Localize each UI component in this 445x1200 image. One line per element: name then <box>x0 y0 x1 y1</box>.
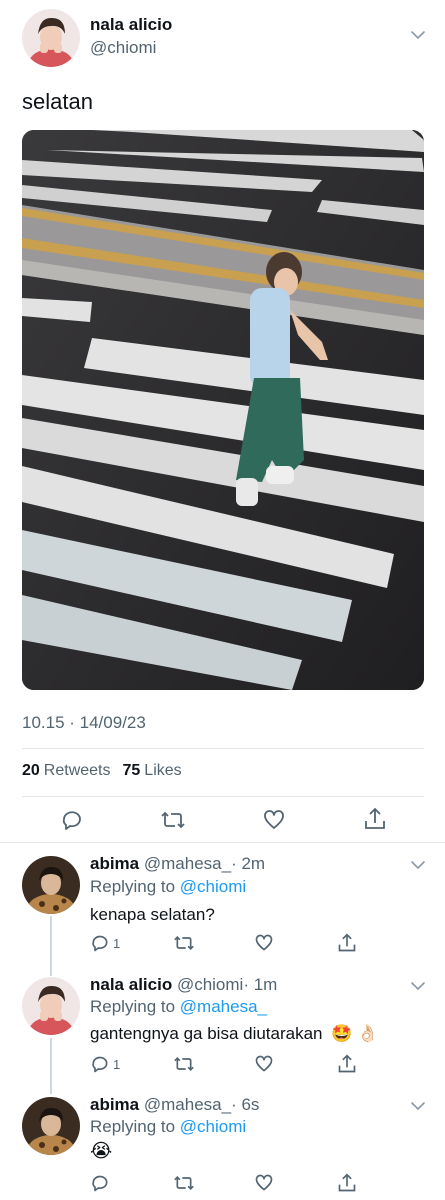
replying-to-label: Replying to <box>90 877 176 896</box>
divider <box>22 748 424 749</box>
share-icon[interactable] <box>337 932 357 954</box>
reply-emoji: 😭 <box>90 1141 113 1162</box>
replying-to: Replying to @chiomi <box>90 877 246 897</box>
reply-icon[interactable]: 1 <box>90 933 120 953</box>
reply-icon[interactable] <box>60 808 84 832</box>
reply-author-name[interactable]: abima <box>90 1095 139 1114</box>
share-icon[interactable] <box>337 1172 357 1194</box>
reply-author-handle[interactable]: @mahesa_ <box>144 854 231 873</box>
chevron-down-icon[interactable] <box>410 860 426 870</box>
replying-to: Replying to @chiomi <box>90 1117 246 1137</box>
reply-count: 1 <box>113 1056 121 1072</box>
tweet-timestamp[interactable]: 10.15 · 14/09/23 <box>22 713 146 733</box>
reply-author-handle[interactable]: @mahesa_ <box>144 1095 231 1114</box>
reply-header: abima @mahesa_· 6s <box>90 1095 259 1115</box>
share-icon[interactable] <box>337 1053 357 1075</box>
replying-to-handle[interactable]: @chiomi <box>180 877 246 896</box>
replying-to-label: Replying to <box>90 997 176 1016</box>
emoji: 🤩 👌🏻 <box>331 1024 379 1043</box>
thread-line <box>50 916 52 976</box>
reply-time[interactable]: · 1m <box>243 975 277 994</box>
replying-to-handle[interactable]: @chiomi <box>180 1117 246 1136</box>
like-icon[interactable] <box>254 1173 274 1193</box>
retweets-label[interactable]: Retweets <box>44 762 111 780</box>
chevron-down-icon[interactable] <box>410 1101 426 1111</box>
reply-author-name[interactable]: abima <box>90 854 139 873</box>
reply-count: 1 <box>113 935 121 951</box>
like-icon[interactable] <box>254 1054 274 1074</box>
chevron-down-icon[interactable] <box>410 981 426 991</box>
author-avatar[interactable] <box>22 9 80 67</box>
share-icon[interactable] <box>363 806 387 832</box>
tweet-stats: 20 Retweets 75 Likes <box>22 762 182 780</box>
likes-label[interactable]: Likes <box>144 762 181 780</box>
reply-avatar[interactable] <box>22 1097 80 1155</box>
divider <box>22 796 424 797</box>
author-name[interactable]: nala alicio <box>90 15 172 35</box>
retweet-icon[interactable] <box>173 1173 195 1193</box>
tweet-text: selatan <box>22 89 93 114</box>
reply-header: nala alicio @chiomi· 1m <box>90 975 277 995</box>
replying-to-label: Replying to <box>90 1117 176 1136</box>
retweets-count[interactable]: 20 <box>22 762 40 780</box>
reply-header: abima @mahesa_· 2m <box>90 854 265 874</box>
reply-time[interactable]: · 6s <box>231 1095 259 1114</box>
replying-to-handle[interactable]: @mahesa_ <box>180 997 267 1016</box>
reply-avatar[interactable] <box>22 856 80 914</box>
reply-time[interactable]: · 2m <box>231 854 265 873</box>
reply-author-name[interactable]: nala alicio <box>90 975 172 994</box>
reply-icon[interactable]: 1 <box>90 1054 120 1074</box>
reply-text: gantengnya ga bisa diutarakan <box>90 1024 323 1043</box>
retweet-icon[interactable] <box>160 808 186 832</box>
thread-line <box>50 1038 52 1094</box>
chevron-down-icon[interactable] <box>410 30 426 40</box>
reply-text-row: gantengnya ga bisa diutarakan 🤩 👌🏻 <box>90 1024 378 1044</box>
reply-avatar[interactable] <box>22 977 80 1035</box>
reply-text: kenapa selatan? <box>90 905 215 924</box>
replying-to: Replying to @mahesa_ <box>90 997 267 1017</box>
retweet-icon[interactable] <box>173 933 195 953</box>
reply-author-handle[interactable]: @chiomi <box>177 975 243 994</box>
reply-icon[interactable] <box>90 1173 110 1193</box>
tweet-photo[interactable] <box>22 130 424 690</box>
like-icon[interactable] <box>262 808 286 832</box>
divider <box>0 842 445 843</box>
retweet-icon[interactable] <box>173 1054 195 1074</box>
like-icon[interactable] <box>254 933 274 953</box>
author-handle[interactable]: @chiomi <box>90 38 156 58</box>
likes-count[interactable]: 75 <box>123 762 141 780</box>
